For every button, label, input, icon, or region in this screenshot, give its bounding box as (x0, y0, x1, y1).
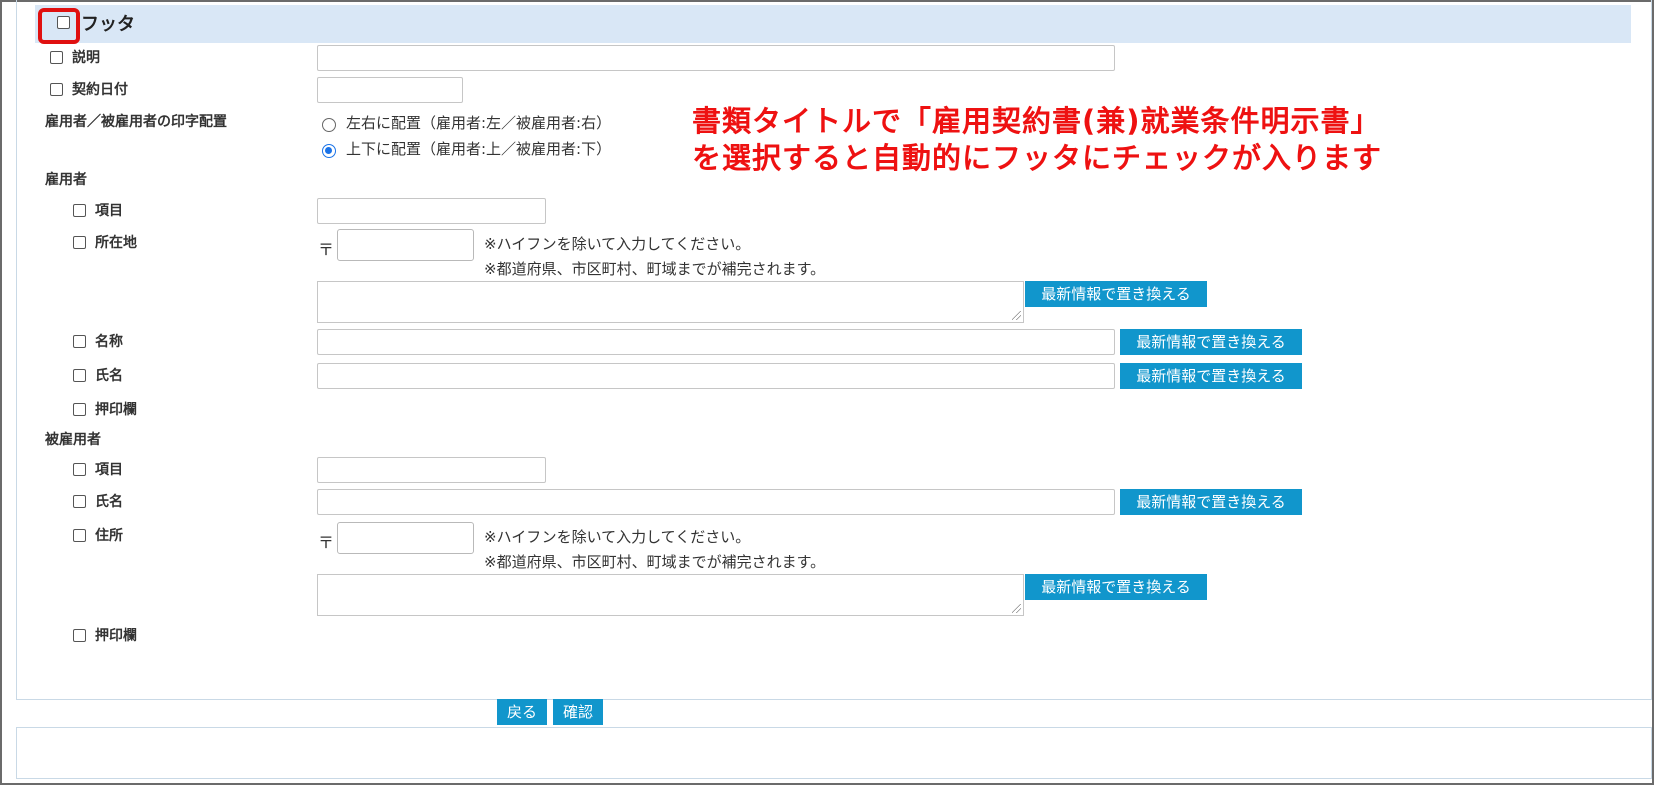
employer-item-checkbox[interactable] (73, 204, 86, 217)
employer-item-label: 項目 (95, 203, 123, 219)
employer-zip-note-1: ※ハイフンを除いて入力してください。 (484, 235, 751, 253)
employee-postal-mark: 〒 (318, 533, 335, 552)
action-bar (16, 727, 1652, 779)
resize-grip-icon[interactable] (1012, 311, 1021, 320)
employer-address-replace-button[interactable]: 最新情報で置き換える (1025, 281, 1207, 307)
employee-item-checkbox[interactable] (73, 463, 86, 476)
employer-zip-note-2: ※都道府県、市区町村、町域までが補完されます。 (484, 260, 826, 278)
footer-section-header (35, 5, 1631, 43)
employer-name-input[interactable] (317, 329, 1115, 355)
employee-address-label: 住所 (95, 528, 123, 544)
employer-item-input[interactable] (317, 198, 546, 224)
employee-seal-checkbox[interactable] (73, 629, 86, 642)
employer-address-checkbox[interactable] (73, 236, 86, 249)
employee-item-label: 項目 (95, 462, 123, 478)
employer-address-textarea[interactable] (317, 281, 1024, 323)
employee-postal-code-input[interactable] (337, 522, 474, 554)
employer-postal-code-input[interactable] (337, 229, 474, 261)
annotation-line-1: 書類タイトルで「雇用契約書(兼)就業条件明示書」 (692, 104, 1381, 138)
employee-person-replace-button[interactable]: 最新情報で置き換える (1120, 489, 1302, 515)
employee-seal-label: 押印欄 (95, 628, 137, 644)
employer-postal-mark: 〒 (318, 240, 335, 259)
employer-name-replace-button[interactable]: 最新情報で置き換える (1120, 329, 1302, 355)
employer-name-checkbox[interactable] (73, 335, 86, 348)
employee-zip-note-2: ※都道府県、市区町村、町域までが補完されます。 (484, 553, 826, 571)
employee-address-replace-button[interactable]: 最新情報で置き換える (1025, 574, 1207, 600)
employee-person-checkbox[interactable] (73, 495, 86, 508)
confirm-button[interactable]: 確認 (553, 699, 603, 725)
employee-person-input[interactable] (317, 489, 1115, 515)
employer-person-replace-button[interactable]: 最新情報で置き換える (1120, 363, 1302, 389)
employer-address-label: 所在地 (95, 235, 137, 251)
employer-name-label: 名称 (95, 334, 123, 350)
employee-zip-note-1: ※ハイフンを除いて入力してください。 (484, 528, 751, 546)
employer-person-input[interactable] (317, 363, 1115, 389)
print-layout-label: 雇用者／被雇用者の印字配置 (45, 114, 227, 130)
contract-date-label: 契約日付 (72, 82, 128, 98)
footer-checkbox-highlight (38, 8, 80, 44)
resize-grip-icon[interactable] (1012, 604, 1021, 613)
back-button[interactable]: 戻る (497, 699, 547, 725)
employee-item-input[interactable] (317, 457, 546, 483)
print-layout-option-vertical: 上下に配置（雇用者:上／被雇用者:下） (346, 140, 612, 158)
employer-seal-checkbox[interactable] (73, 403, 86, 416)
contract-date-input[interactable] (317, 77, 463, 103)
print-layout-radio-horizontal[interactable] (322, 118, 336, 132)
print-layout-option-horizontal: 左右に配置（雇用者:左／被雇用者:右） (346, 114, 612, 132)
employee-address-checkbox[interactable] (73, 529, 86, 542)
description-label: 説明 (72, 50, 100, 66)
annotation-line-2: を選択すると自動的にフッタにチェックが入ります (692, 141, 1383, 175)
description-checkbox[interactable] (50, 51, 63, 64)
employer-seal-label: 押印欄 (95, 402, 137, 418)
employee-heading: 被雇用者 (45, 432, 101, 448)
employer-heading: 雇用者 (45, 172, 87, 188)
employee-address-textarea[interactable] (317, 574, 1024, 616)
employee-person-label: 氏名 (95, 494, 123, 510)
contract-date-checkbox[interactable] (50, 83, 63, 96)
print-layout-radio-vertical[interactable] (322, 144, 336, 158)
footer-section-title: フッタ (81, 14, 135, 35)
description-input[interactable] (317, 45, 1115, 71)
employer-person-checkbox[interactable] (73, 369, 86, 382)
employer-person-label: 氏名 (95, 368, 123, 384)
